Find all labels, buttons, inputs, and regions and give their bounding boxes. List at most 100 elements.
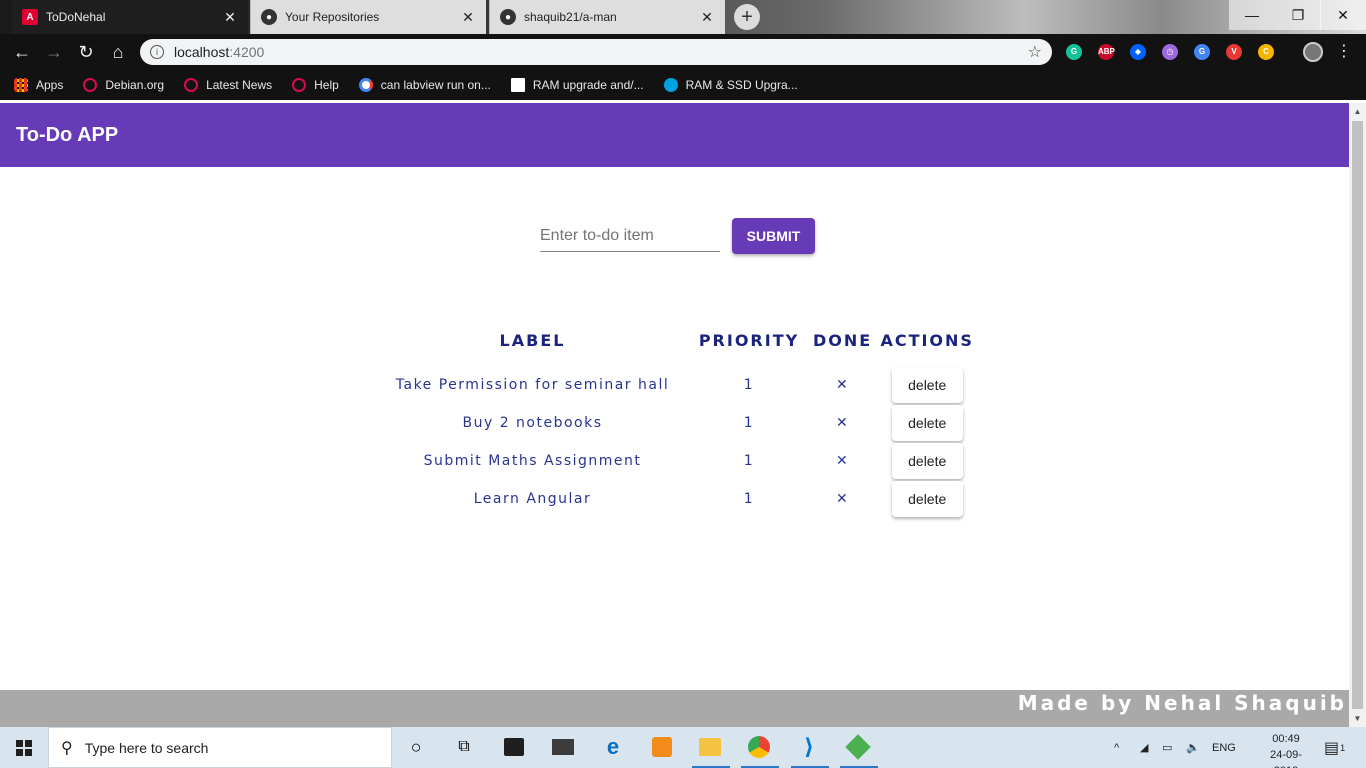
search-icon: ⚲ <box>61 739 73 757</box>
delete-button[interactable]: delete <box>891 405 963 441</box>
angular-icon: A <box>22 9 38 25</box>
bookmarks-bar: Apps Debian.org Latest News Help can lab… <box>0 70 1366 100</box>
notification-count: 1 <box>1340 742 1346 753</box>
close-tab-icon[interactable]: ✕ <box>699 9 715 26</box>
file-explorer-icon[interactable] <box>698 735 722 759</box>
forward-arrow-icon[interactable]: → <box>42 40 66 64</box>
git-gui-icon[interactable] <box>845 734 871 760</box>
clock-icon[interactable]: ◷ <box>1162 44 1178 60</box>
table-row: Submit Maths Assignment 1 ✕ delete <box>380 442 982 480</box>
tab-your-repositories[interactable]: ● Your Repositories ✕ <box>250 0 486 34</box>
back-arrow-icon[interactable]: ← <box>10 40 34 64</box>
table-header-row: LABEL PRIORITY DONE ACTIONS <box>380 328 982 352</box>
bookmark-star-icon[interactable]: ☆ <box>1028 42 1042 62</box>
scroll-thumb[interactable] <box>1352 121 1363 709</box>
table-row: Learn Angular 1 ✕ delete <box>380 480 982 518</box>
done-x-icon[interactable]: ✕ <box>813 404 872 442</box>
windows-taskbar: ⚲ Type here to search ○ ⧉ e ⟩ ^ ◢ ▭ 🔈 EN… <box>0 727 1366 768</box>
done-x-icon[interactable]: ✕ <box>813 366 872 404</box>
show-hidden-icons[interactable]: ^ <box>1114 727 1119 768</box>
taskbar-search-placeholder: Type here to search <box>84 739 209 756</box>
todo-form: SUBMIT <box>540 218 815 254</box>
scroll-down-arrow-icon[interactable]: ▼ <box>1349 710 1366 727</box>
honey-icon[interactable]: C <box>1258 44 1274 60</box>
todo-priority: 1 <box>743 415 755 431</box>
network-icon[interactable]: ◢ <box>1140 727 1148 768</box>
cortana-icon[interactable]: ○ <box>404 735 428 759</box>
delete-button[interactable]: delete <box>891 367 963 403</box>
app-header: To-Do APP <box>0 103 1349 167</box>
tab-shaquib21-a-man[interactable]: ● shaquib21/a-man ✕ <box>489 0 725 34</box>
table-row: Buy 2 notebooks 1 ✕ delete <box>380 404 982 442</box>
bookmark-ram-ssd[interactable]: RAM & SSD Upgra... <box>663 78 798 92</box>
app-footer: Made by Nehal Shaquib <box>0 690 1349 727</box>
edge-icon[interactable]: e <box>601 734 625 759</box>
volume-icon[interactable]: 🔈 <box>1186 727 1200 768</box>
close-tab-icon[interactable]: ✕ <box>460 9 476 26</box>
bookmark-labview[interactable]: can labview run on... <box>358 78 491 92</box>
notification-icon[interactable]: ▤ 1 <box>1324 727 1345 768</box>
minimize-button[interactable]: — <box>1229 0 1275 30</box>
battery-icon[interactable]: ▭ <box>1162 727 1172 768</box>
close-tab-icon[interactable]: ✕ <box>222 9 238 26</box>
todo-input[interactable] <box>540 220 720 252</box>
clock-date: 24-09-2019 <box>1270 749 1302 768</box>
sublime-text-icon[interactable] <box>650 735 674 759</box>
readme-icon[interactable]: V <box>1226 44 1242 60</box>
tab-title: Your Repositories <box>285 10 380 24</box>
bookmark-latest-news[interactable]: Latest News <box>184 78 272 92</box>
vscode-icon[interactable]: ⟩ <box>797 734 821 759</box>
language-indicator[interactable]: ENG <box>1212 727 1236 768</box>
column-header-actions: ACTIONS <box>880 330 974 350</box>
bookmark-label: Help <box>314 78 339 92</box>
github-icon: ● <box>500 9 516 25</box>
delete-button[interactable]: delete <box>891 481 963 517</box>
bookmark-debian-org[interactable]: Debian.org <box>83 78 164 92</box>
delete-button[interactable]: delete <box>891 443 963 479</box>
mail-icon[interactable] <box>551 735 575 759</box>
bookmark-apps[interactable]: Apps <box>14 78 63 92</box>
done-x-icon[interactable]: ✕ <box>813 442 872 480</box>
todo-label: Submit Maths Assignment <box>423 453 642 469</box>
chrome-icon[interactable] <box>747 735 771 759</box>
column-header-label: LABEL <box>499 330 566 350</box>
tab-strip: A ToDoNehal ✕ ● Your Repositories ✕ ● sh… <box>0 0 1366 34</box>
grammarly-icon[interactable]: G <box>1066 44 1082 60</box>
taskbar-search[interactable]: ⚲ Type here to search <box>48 727 392 768</box>
start-button[interactable] <box>0 727 48 768</box>
profile-avatar[interactable] <box>1303 42 1323 62</box>
task-view-icon[interactable]: ⧉ <box>452 735 476 759</box>
todo-table: LABEL PRIORITY DONE ACTIONS Take Permiss… <box>380 328 982 518</box>
github-icon: ● <box>261 9 277 25</box>
close-window-button[interactable]: ✕ <box>1320 0 1366 30</box>
bookmark-label: Debian.org <box>105 78 165 92</box>
dropbox-icon[interactable]: ◆ <box>1130 44 1146 60</box>
bookmark-label: Apps <box>36 78 64 92</box>
bookmark-ram-upgrade[interactable]: RAM upgrade and/... <box>510 78 644 92</box>
done-x-icon[interactable]: ✕ <box>813 480 872 518</box>
tab-todonehal[interactable]: A ToDoNehal ✕ <box>12 0 248 34</box>
page-scrollbar[interactable]: ▲ ▼ <box>1349 103 1366 727</box>
home-icon[interactable]: ⌂ <box>106 40 130 64</box>
todo-label: Take Permission for seminar hall <box>395 377 670 393</box>
new-tab-button[interactable]: + <box>734 4 760 30</box>
translate-icon[interactable]: G <box>1194 44 1210 60</box>
actions-cell: delete <box>872 480 982 518</box>
bookmark-label: RAM upgrade and/... <box>532 78 644 92</box>
google-icon <box>358 78 373 92</box>
submit-button[interactable]: SUBMIT <box>732 218 815 254</box>
menu-icon[interactable]: ⋮ <box>1336 42 1352 62</box>
taskbar-clock[interactable]: 00:49 24-09-2019 <box>1258 731 1314 768</box>
info-icon[interactable]: i <box>150 45 164 59</box>
bookmark-help[interactable]: Help <box>292 78 339 92</box>
url-port: :4200 <box>229 44 265 60</box>
reload-icon[interactable]: ↻ <box>74 40 98 64</box>
bookmark-label: RAM & SSD Upgra... <box>685 78 798 92</box>
column-header-done: DONE <box>813 330 873 350</box>
scroll-up-arrow-icon[interactable]: ▲ <box>1349 103 1366 120</box>
browser-toolbar: ← → ↻ ⌂ i localhost:4200 ☆ G ABP ◆ ◷ G V C ⋮ <box>0 34 1366 70</box>
restore-button[interactable]: ❐ <box>1275 0 1321 30</box>
adblock-plus-icon[interactable]: ABP <box>1098 44 1115 60</box>
address-bar[interactable]: i localhost:4200 ☆ <box>140 39 1052 65</box>
store-icon[interactable] <box>502 735 526 759</box>
